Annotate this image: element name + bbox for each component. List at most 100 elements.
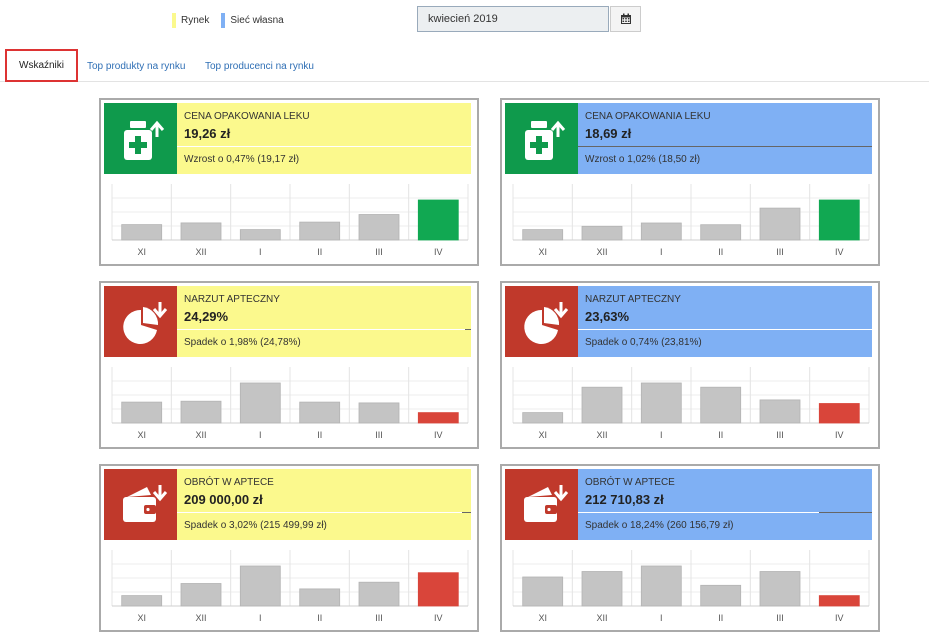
chart-bar[interactable] — [759, 399, 801, 424]
kpi-icon-box — [104, 286, 177, 357]
kpi-card: CENA OPAKOWANIA LEKU 18,69 zł Wzrost o 1,0… — [500, 98, 880, 266]
kpi-bar-chart: XI XII I II III IV — [104, 550, 474, 628]
chart-month-label: XI — [538, 613, 547, 623]
chart-bar[interactable] — [759, 571, 801, 607]
pie-chart-icon — [111, 292, 171, 352]
kpi-bar-chart: XI XII I II III IV — [104, 184, 474, 262]
chart-bar[interactable] — [640, 222, 682, 241]
chart-month-label: I — [660, 430, 663, 440]
kpi-change: Spadek o 18,24% (260 156,79 zł) — [585, 520, 734, 531]
month-input[interactable]: kwiecień 2019 — [417, 6, 609, 32]
chart-bar[interactable] — [700, 584, 742, 607]
chart-bar[interactable] — [299, 401, 341, 424]
chart-bar[interactable] — [818, 595, 860, 607]
chart-bar[interactable] — [239, 565, 281, 607]
chart-month-label: II — [317, 247, 322, 257]
kpi-info: CENA OPAKOWANIA LEKU 18,69 zł Wzrost o 1,0… — [578, 103, 872, 174]
chart-bar[interactable] — [640, 565, 682, 607]
chart-bar[interactable] — [180, 222, 222, 241]
chart-bar[interactable] — [759, 207, 801, 241]
chart-bar[interactable] — [581, 571, 623, 607]
pie-chart-icon — [512, 292, 572, 352]
kpi-progress-fill — [177, 329, 465, 330]
chart-month-label: III — [375, 430, 383, 440]
kpi-value: 212 710,83 zł — [585, 492, 664, 507]
chart-bar[interactable] — [818, 199, 860, 241]
legend-item-market: Rynek — [172, 13, 209, 28]
legend-swatch-own — [221, 13, 226, 28]
legend-label-market: Rynek — [181, 15, 210, 26]
kpi-card: OBRÓT W APTECE 209 000,00 zł Spadek o 3,02… — [99, 464, 479, 632]
chart-bar[interactable] — [121, 401, 163, 424]
chart-month-label: IV — [835, 613, 844, 623]
calendar-button[interactable] — [610, 6, 641, 32]
chart-bar[interactable] — [239, 229, 281, 241]
legend-label-own: Sieć własna — [230, 15, 284, 26]
tab-bar: Wskaźniki Top produkty na rynku Top prod… — [0, 47, 929, 82]
chart-bar[interactable] — [180, 583, 222, 607]
chart-bar[interactable] — [180, 400, 222, 424]
chart-month-label: IV — [835, 247, 844, 257]
kpi-bar-chart: XI XII I II III IV — [505, 550, 875, 628]
chart-month-label: IV — [434, 430, 443, 440]
kpi-change: Spadek o 0,74% (23,81%) — [585, 337, 702, 348]
chart-bar[interactable] — [818, 403, 860, 424]
wallet-icon — [111, 475, 171, 535]
legend-item-own: Sieć własna — [221, 13, 284, 28]
chart-month-label: III — [375, 613, 383, 623]
kpi-card: NARZUT APTECZNY 24,29% Spadek o 1,98% (24,… — [99, 281, 479, 449]
tab-wskazniki[interactable]: Wskaźniki — [5, 49, 79, 82]
chart-bar[interactable] — [121, 224, 163, 241]
chart-month-label: XII — [195, 430, 206, 440]
bar-chart-svg: XI XII I II III IV — [111, 367, 469, 440]
chart-bar[interactable] — [358, 402, 400, 424]
chart-month-label: II — [718, 613, 723, 623]
chart-bar[interactable] — [522, 412, 564, 424]
chart-bar[interactable] — [121, 595, 163, 607]
tab-top-produkty[interactable]: Top produkty na rynku — [87, 51, 185, 82]
chart-bar[interactable] — [522, 229, 564, 241]
chart-bar[interactable] — [417, 199, 459, 241]
legend: Rynek Sieć własna — [172, 13, 284, 28]
chart-month-label: XI — [538, 430, 547, 440]
kpi-bar-chart: XI XII I II III IV — [505, 184, 875, 262]
chart-bar[interactable] — [417, 572, 459, 607]
kpi-change: Wzrost o 0,47% (19,17 zł) — [184, 154, 300, 165]
chart-bar[interactable] — [700, 224, 742, 241]
bar-chart-svg: XI XII I II III IV — [512, 367, 870, 440]
kpi-change: Wzrost o 1,02% (18,50 zł) — [585, 154, 701, 165]
chart-month-label: III — [776, 247, 784, 257]
kpi-label: NARZUT APTECZNY — [184, 294, 280, 305]
kpi-icon-box — [505, 103, 578, 174]
bar-chart-svg: XI XII I II III IV — [512, 550, 870, 623]
chart-month-label: I — [259, 613, 262, 623]
kpi-value: 24,29% — [184, 309, 229, 324]
chart-bar[interactable] — [358, 581, 400, 607]
kpi-icon-box — [505, 286, 578, 357]
chart-bar[interactable] — [640, 382, 682, 424]
chart-month-label: XI — [137, 613, 146, 623]
kpi-label: OBRÓT W APTECE — [585, 477, 675, 488]
chart-bar[interactable] — [299, 588, 341, 607]
kpi-value: 18,69 zł — [585, 126, 632, 141]
chart-bar[interactable] — [522, 576, 564, 607]
kpi-progress-track — [578, 146, 872, 147]
legend-swatch-market — [172, 13, 176, 28]
bar-chart-svg: XI XII I II III IV — [512, 184, 870, 257]
kpi-icon-box — [104, 469, 177, 540]
kpi-card: OBRÓT W APTECE 212 710,83 zł Spadek o 18,2… — [500, 464, 880, 632]
tab-top-producenci[interactable]: Top producenci na rynku — [205, 51, 314, 82]
chart-month-label: XII — [596, 613, 607, 623]
kpi-info: NARZUT APTECZNY 23,63% Spadek o 0,74% (23,… — [578, 286, 872, 357]
chart-month-label: XI — [137, 247, 146, 257]
chart-bar[interactable] — [700, 386, 742, 424]
chart-bar[interactable] — [581, 386, 623, 424]
chart-bar[interactable] — [299, 221, 341, 241]
chart-bar[interactable] — [417, 412, 459, 424]
medicine-bottle-icon — [512, 109, 572, 169]
chart-month-label: III — [776, 430, 784, 440]
chart-bar[interactable] — [239, 382, 281, 424]
chart-bar[interactable] — [358, 214, 400, 241]
chart-bar[interactable] — [581, 225, 623, 241]
kpi-progress-fill — [578, 512, 819, 513]
